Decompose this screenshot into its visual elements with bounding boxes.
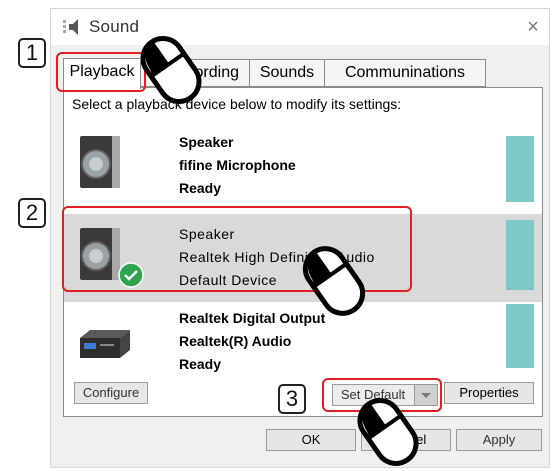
configure-button[interactable]: Configure — [74, 382, 148, 404]
device-description: fifine Microphone — [179, 157, 296, 173]
device-status: Ready — [179, 180, 222, 196]
level-meter — [506, 304, 534, 368]
properties-button[interactable]: Properties — [444, 382, 534, 404]
mouse-click-icon — [140, 36, 202, 104]
title-bar: Sound × — [51, 9, 549, 45]
level-meter — [506, 136, 534, 202]
ok-button[interactable]: OK — [266, 429, 356, 451]
callout-1: 1 — [18, 38, 46, 68]
tab-sounds[interactable]: Sounds — [249, 59, 325, 87]
device-description: Realtek(R) Audio — [179, 333, 292, 349]
device-row[interactable]: Speaker fifine Microphone Ready — [64, 124, 542, 212]
window-title: Sound — [89, 17, 140, 36]
mouse-click-icon — [357, 398, 419, 466]
receiver-icon — [80, 330, 130, 358]
tab-playback[interactable]: Playback — [63, 58, 141, 89]
apply-button[interactable]: Apply — [456, 429, 542, 451]
speaker-icon — [80, 136, 120, 188]
device-name: Speaker — [179, 134, 234, 150]
callout-2: 2 — [18, 198, 46, 228]
level-meter — [506, 220, 534, 290]
mouse-click-icon — [302, 246, 366, 316]
device-status: Ready — [179, 356, 222, 372]
speaker-title-icon — [63, 19, 78, 35]
close-button[interactable]: × — [521, 15, 545, 39]
tab-communinations[interactable]: Communinations — [324, 59, 486, 87]
instructions-text: Select a playback device below to modify… — [72, 96, 402, 112]
callout-3: 3 — [278, 384, 306, 414]
